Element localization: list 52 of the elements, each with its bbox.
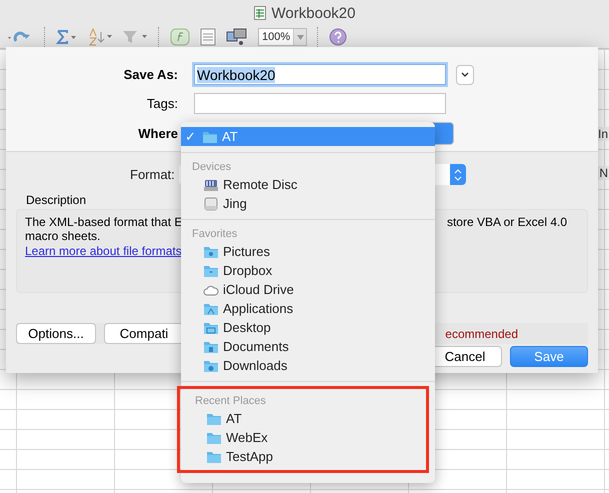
filter-icon xyxy=(122,29,148,45)
applications-folder-icon xyxy=(203,302,219,316)
download-folder-icon xyxy=(203,358,219,372)
folder-icon xyxy=(206,412,222,426)
spreadsheet-icon xyxy=(254,6,266,20)
menu-item[interactable]: Remote Disc xyxy=(181,175,435,194)
where-label: Where xyxy=(137,126,178,141)
window-title: Workbook20 xyxy=(272,4,356,22)
menu-item[interactable]: Pictures xyxy=(181,242,435,261)
folder-icon xyxy=(206,430,222,444)
dialog-button[interactable]: Options... xyxy=(16,323,96,344)
desktop-folder-icon xyxy=(203,320,219,334)
folder-icon xyxy=(206,450,222,464)
save-as-label: Save As: xyxy=(122,67,178,82)
menu-item[interactable]: Desktop xyxy=(181,318,435,337)
tags-label: Tags: xyxy=(146,96,178,111)
chevron-down-icon xyxy=(461,72,469,77)
check-mark: ✓ xyxy=(185,129,197,144)
menu-item[interactable]: WebEx xyxy=(184,428,426,447)
description-heading: Description xyxy=(26,193,86,207)
menu-item[interactable]: TestApp xyxy=(184,447,426,466)
folder-icon xyxy=(202,130,218,144)
section-heading: Devices xyxy=(191,160,232,175)
box-folder-icon xyxy=(203,264,219,278)
tags-field[interactable] xyxy=(194,93,446,114)
document-folder-icon xyxy=(203,340,219,354)
menu-item[interactable]: Dropbox xyxy=(181,261,435,280)
description-text: macro sheets. xyxy=(25,229,100,243)
description-text: store VBA or Excel 4.0 xyxy=(446,215,567,229)
sum-icon xyxy=(56,29,78,45)
file-formats-link[interactable]: Learn more about file formats xyxy=(25,244,182,258)
file-name-field[interactable]: Workbook20 xyxy=(194,64,446,85)
drive-icon xyxy=(203,196,219,210)
section-heading: Recent Places xyxy=(194,394,267,409)
section-heading: Favorites xyxy=(191,227,238,242)
column-header: N xyxy=(598,166,609,180)
function-icon xyxy=(170,28,190,46)
zoom-field[interactable]: 100% xyxy=(258,28,308,46)
format-label: Format: xyxy=(130,167,175,182)
menu-item[interactable]: iCloud Drive xyxy=(181,280,435,299)
camera-folder-icon xyxy=(203,244,219,258)
disc-drive-icon xyxy=(203,178,219,192)
menu-item[interactable]: AT xyxy=(184,409,426,428)
warning-text: ecommended xyxy=(445,326,518,340)
expand-button[interactable] xyxy=(456,64,474,84)
sort-icon xyxy=(88,28,112,46)
dialog-button[interactable]: Compati xyxy=(104,323,184,344)
stepper-icon xyxy=(454,168,462,180)
caret-icon xyxy=(296,34,304,40)
menu-item[interactable]: Applications xyxy=(181,299,435,318)
media-icon xyxy=(226,28,248,46)
menu-item[interactable]: Jing xyxy=(181,194,435,213)
